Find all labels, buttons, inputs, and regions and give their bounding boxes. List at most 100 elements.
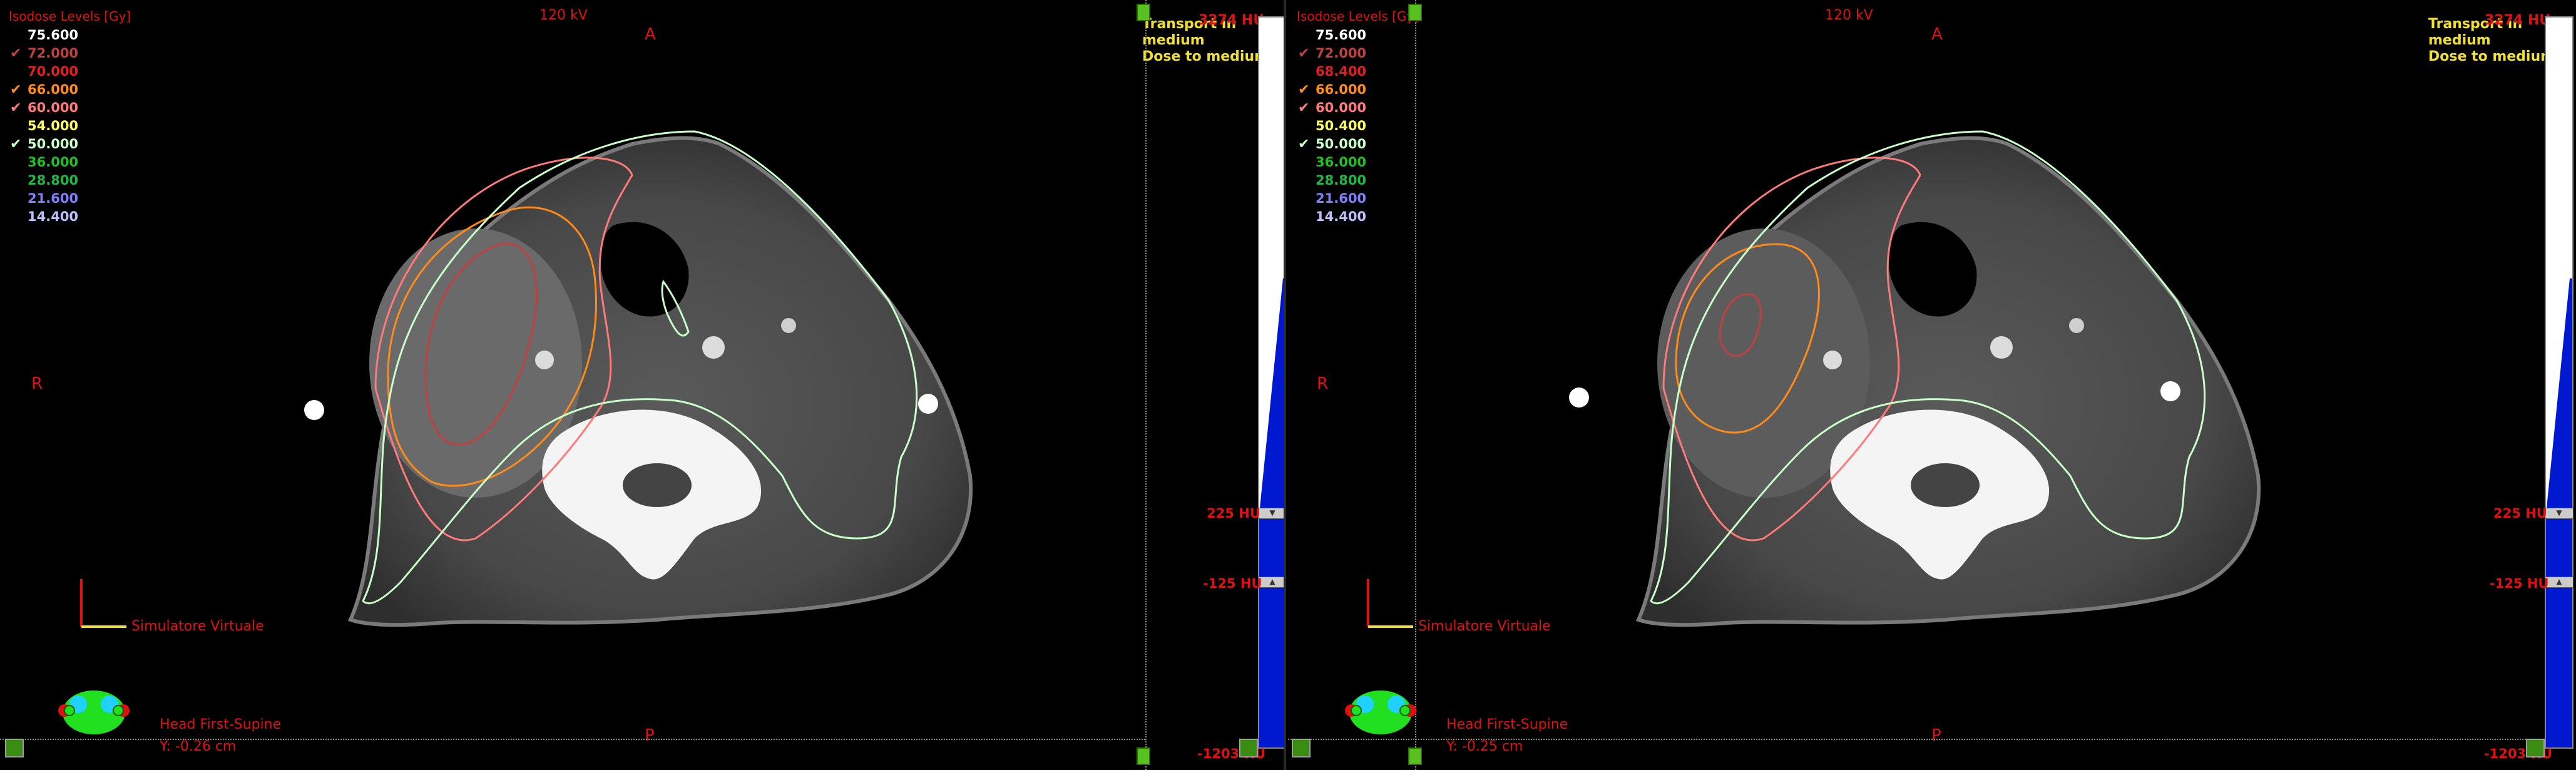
isodose-value: 14.400 — [28, 209, 79, 224]
dose-note-line3: Dose to medium — [2428, 49, 2555, 64]
check-icon[interactable]: ✔ — [10, 46, 24, 61]
isodose-level-row[interactable]: 28.800 — [1297, 173, 1419, 191]
isodose-level-row[interactable]: 50.400 — [1297, 118, 1419, 136]
isodose-value: 54.000 — [28, 118, 79, 133]
isodose-level-row[interactable]: ✔ 60.000 — [1297, 100, 1419, 118]
check-icon[interactable]: ✔ — [1298, 136, 1312, 152]
posterior-label: P — [645, 726, 655, 745]
orientation-label: Head First-Supine — [160, 717, 282, 732]
isodose-value: 68.400 — [1316, 64, 1367, 79]
check-icon[interactable]: ✔ — [10, 100, 24, 116]
simulator-label: Simulatore Virtuale — [131, 619, 264, 634]
isodose-value: 60.000 — [1316, 100, 1367, 115]
hu-low-label: -125 HU — [2490, 576, 2549, 591]
isodose-level-row[interactable]: 75.600 — [9, 28, 131, 46]
hu-histogram — [2546, 278, 2572, 747]
top-marker-handle[interactable] — [1137, 4, 1150, 21]
isodose-title: Isodose Levels [Gy] — [1297, 9, 1419, 24]
axis-indicator-icon — [80, 579, 126, 628]
corner-toggle-button[interactable] — [1239, 739, 1258, 757]
posterior-label: P — [1931, 726, 1941, 745]
corner-toggle-button[interactable] — [5, 739, 24, 757]
isodose-level-row[interactable]: 14.400 — [9, 209, 131, 227]
bottom-marker-handle[interactable] — [1137, 747, 1150, 765]
patient-orientation-icon — [1345, 690, 1416, 734]
isodose-value: 14.400 — [1316, 209, 1367, 224]
isodose-legend-right: Isodose Levels [Gy] 75.600 ✔ 72.000 68.40… — [1297, 9, 1419, 227]
check-icon[interactable]: ✔ — [1298, 82, 1312, 98]
hu-window-bar[interactable]: ▼ ▲ — [1258, 16, 1284, 749]
isodose-level-row[interactable]: ✔ 72.000 — [9, 46, 131, 64]
anterior-label: A — [645, 25, 656, 44]
isodose-value: 28.800 — [1316, 173, 1367, 188]
y-coordinate-label: Y: -0.26 cm — [160, 739, 237, 754]
isodose-level-row[interactable]: 14.400 — [1297, 209, 1419, 227]
right-label: R — [1317, 374, 1329, 393]
hu-lower-slider[interactable]: ▲ — [1258, 577, 1284, 588]
hu-max-label: 3274 HU — [1199, 13, 1265, 28]
hu-mid-label: 225 HU — [2493, 506, 2547, 521]
isodose-value: 66.000 — [28, 82, 79, 97]
isodose-value: 72.000 — [1316, 46, 1367, 61]
check-icon[interactable]: ✔ — [1298, 100, 1312, 116]
isodose-level-row[interactable]: 36.000 — [9, 155, 131, 173]
check-icon[interactable]: ✔ — [10, 136, 24, 152]
ct-viewport-left[interactable]: Isodose Levels [Gy] 75.600 ✔ 72.000 70.00… — [0, 0, 1286, 770]
isodose-value: 66.000 — [1316, 82, 1367, 97]
isodose-value: 36.000 — [28, 155, 79, 170]
isodose-level-row[interactable]: 70.000 — [9, 64, 131, 82]
isodose-level-row[interactable]: 54.000 — [9, 118, 131, 136]
isodose-legend-left: Isodose Levels [Gy] 75.600 ✔ 72.000 70.00… — [9, 9, 131, 227]
vertical-guide-line — [1145, 0, 1147, 770]
isodose-level-row[interactable]: ✔ 60.000 — [9, 100, 131, 118]
isodose-level-row[interactable]: ✔ 66.000 — [9, 82, 131, 100]
isodose-value: 75.600 — [28, 28, 79, 43]
corner-toggle-button[interactable] — [2526, 739, 2545, 757]
dose-note-line3: Dose to medium — [1142, 49, 1269, 64]
bottom-marker-handle[interactable] — [1408, 747, 1422, 765]
isodose-value: 21.600 — [1316, 191, 1367, 206]
dose-note-line2: medium — [1142, 33, 1205, 48]
isodose-level-row[interactable]: 36.000 — [1297, 155, 1419, 173]
isodose-title: Isodose Levels [Gy] — [9, 9, 131, 24]
hu-upper-slider[interactable]: ▼ — [2545, 508, 2573, 519]
isodose-level-row[interactable]: ✔ 50.000 — [1297, 136, 1419, 155]
isodose-value: 72.000 — [28, 46, 79, 61]
isodose-value: 50.400 — [1316, 118, 1367, 133]
patient-orientation-icon — [58, 690, 130, 734]
isodose-level-row[interactable]: 28.800 — [9, 173, 131, 191]
isodose-value: 21.600 — [28, 191, 79, 206]
y-coordinate-label: Y: -0.25 cm — [1446, 739, 1523, 754]
check-icon[interactable]: ✔ — [1298, 46, 1312, 61]
hu-window-bar[interactable]: ▼ ▲ — [2545, 16, 2573, 749]
ct-viewport-right[interactable]: Isodose Levels [Gy] 75.600 ✔ 72.000 68.40… — [1288, 0, 2576, 770]
isodose-value: 75.600 — [1316, 28, 1367, 43]
check-icon[interactable]: ✔ — [10, 82, 24, 98]
hu-histogram — [1259, 278, 1284, 747]
hu-upper-slider[interactable]: ▼ — [1258, 508, 1284, 519]
ct-axial-slice-right[interactable] — [1288, 0, 2576, 770]
orientation-label: Head First-Supine — [1446, 717, 1568, 732]
isodose-value: 70.000 — [28, 64, 79, 79]
top-marker-handle[interactable] — [1408, 4, 1422, 21]
hu-mid-label: 225 HU — [1207, 506, 1260, 521]
kv-label: 120 kV — [539, 8, 588, 23]
anterior-label: A — [1931, 25, 1943, 44]
isodose-value: 28.800 — [28, 173, 79, 188]
isodose-level-row[interactable]: ✔ 50.000 — [9, 136, 131, 155]
isodose-level-row[interactable]: 21.600 — [1297, 191, 1419, 209]
dose-note-line2: medium — [2428, 33, 2491, 48]
isodose-level-row[interactable]: 75.600 — [1297, 28, 1419, 46]
vertical-guide-line — [1415, 0, 1416, 770]
corner-toggle-button[interactable] — [1292, 739, 1311, 757]
right-label: R — [31, 374, 43, 393]
isodose-level-row[interactable]: ✔ 66.000 — [1297, 82, 1419, 100]
hu-lower-slider[interactable]: ▲ — [2545, 577, 2573, 588]
isodose-level-row[interactable]: 21.600 — [9, 191, 131, 209]
isodose-value: 60.000 — [28, 100, 79, 115]
simulator-label: Simulatore Virtuale — [1418, 619, 1551, 634]
isodose-level-row[interactable]: 68.400 — [1297, 64, 1419, 82]
ct-axial-slice-left[interactable] — [0, 0, 1286, 770]
hu-max-label: 3274 HU — [2485, 13, 2551, 28]
isodose-level-row[interactable]: ✔ 72.000 — [1297, 46, 1419, 64]
